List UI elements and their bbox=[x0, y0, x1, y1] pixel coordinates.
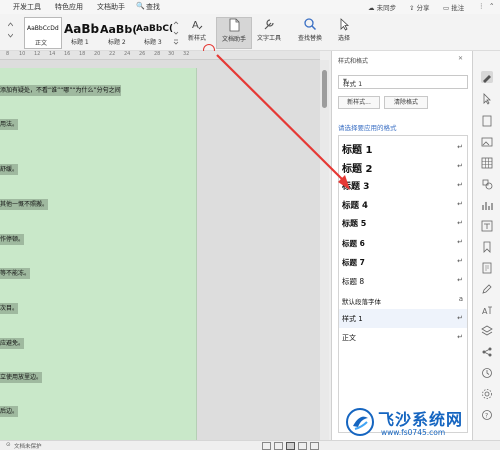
watermark-url: www.fs0745.com bbox=[381, 428, 446, 437]
watermark-logo-icon bbox=[346, 408, 374, 436]
annotation-arrow bbox=[216, 54, 350, 190]
watermark-name: 飞沙系统网 bbox=[378, 410, 464, 429]
site-watermark: 飞沙系统网 www.fs0745.com bbox=[345, 403, 495, 443]
